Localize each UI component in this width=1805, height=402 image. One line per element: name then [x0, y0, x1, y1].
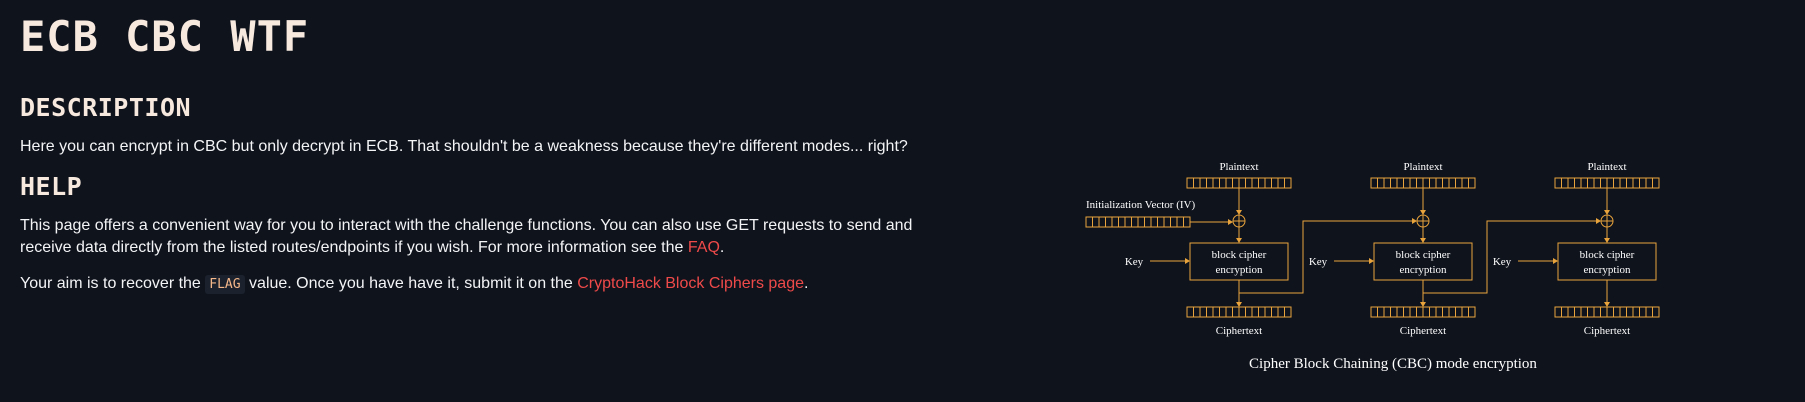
description-text: Here you can encrypt in CBC but only dec…	[20, 138, 908, 155]
aim-text-end: .	[804, 275, 809, 292]
xor-arrow-2	[1420, 238, 1426, 243]
block-cipher-label-1: block cipher	[1212, 249, 1267, 261]
plaintext-arrow-2	[1420, 210, 1426, 215]
block-cipher-label-3: block cipher	[1580, 249, 1635, 261]
aim-text-middle: value. Once you have have it, submit it …	[244, 275, 578, 292]
cbc-diagram: Initialization Vector (IV) Plaintext block…	[1080, 152, 1700, 387]
ciphertext-label-3: Ciphertext	[1584, 325, 1630, 337]
help-heading: HELP	[20, 172, 83, 201]
key-arrow-1	[1185, 258, 1190, 264]
key-label-3: Key	[1493, 256, 1512, 268]
block-cipher-label2-1: encryption	[1215, 264, 1263, 276]
key-label-1: Key	[1125, 256, 1144, 268]
aim-text-start: Your aim is to recover the	[20, 275, 206, 292]
key-label-2: Key	[1309, 256, 1328, 268]
xor-arrow-3	[1604, 238, 1610, 243]
cipher-arrow-2	[1420, 302, 1426, 307]
plaintext-arrow-3	[1604, 210, 1610, 215]
block-ciphers-link[interactable]: CryptoHack Block Ciphers page	[577, 275, 804, 292]
ciphertext-label-1: Ciphertext	[1216, 325, 1262, 337]
cipher-arrow-1	[1236, 302, 1242, 307]
ciphertext-label-2: Ciphertext	[1400, 325, 1446, 337]
block-cipher-label2-2: encryption	[1399, 264, 1447, 276]
aim-text: Your aim is to recover the FLAG value. O…	[20, 273, 808, 296]
plaintext-label-1: Plaintext	[1219, 161, 1258, 173]
faq-link[interactable]: FAQ	[688, 239, 720, 256]
plaintext-label-2: Plaintext	[1403, 161, 1442, 173]
block-cipher-label2-3: encryption	[1583, 264, 1631, 276]
key-arrow-3	[1553, 258, 1558, 264]
xor-arrow-1	[1236, 238, 1242, 243]
key-arrow-2	[1369, 258, 1374, 264]
description-heading: DESCRIPTION	[20, 93, 192, 122]
iv-arrow	[1228, 219, 1233, 225]
cbc-diagram-svg: Initialization Vector (IV) Plaintext block…	[1085, 161, 1660, 372]
flag-code: FLAG	[205, 275, 245, 294]
plaintext-arrow-1	[1236, 210, 1242, 215]
plaintext-label-3: Plaintext	[1587, 161, 1626, 173]
block-cipher-label-2: block cipher	[1396, 249, 1451, 261]
chain-arrow-1	[1412, 218, 1417, 224]
help-text: This page offers a convenient way for yo…	[20, 215, 950, 259]
diagram-caption: Cipher Block Chaining (CBC) mode encrypt…	[1249, 356, 1537, 372]
help-text-start: This page offers a convenient way for yo…	[20, 217, 913, 256]
page-title: ECB CBC WTF	[20, 12, 310, 61]
iv-label: Initialization Vector (IV)	[1086, 199, 1195, 211]
help-text-end: .	[719, 239, 725, 256]
chain-arrow-2	[1596, 218, 1601, 224]
cipher-arrow-3	[1604, 302, 1610, 307]
